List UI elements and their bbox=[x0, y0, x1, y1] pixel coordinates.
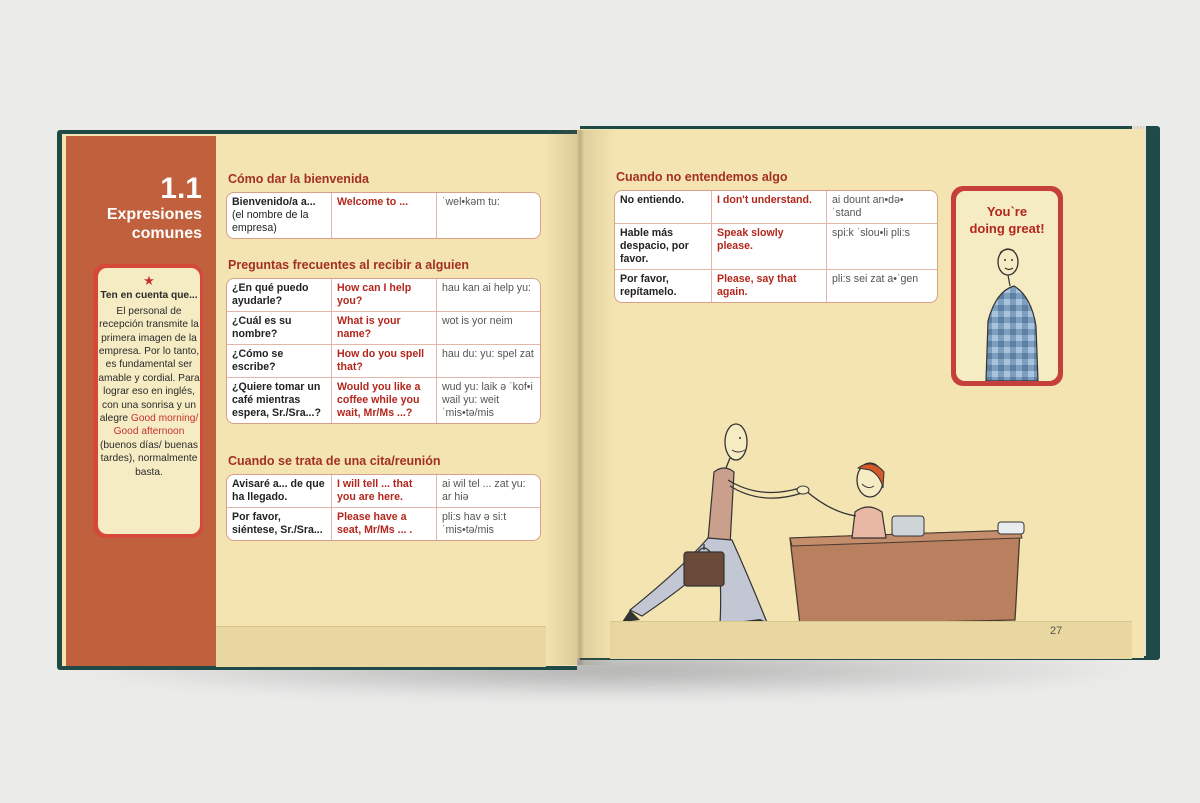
table-row: Hable más despacio, por favor. Speak slo… bbox=[615, 224, 937, 270]
page-number: 27 bbox=[1050, 625, 1063, 637]
english-phrase: Please, say that again. bbox=[712, 270, 827, 302]
section-title-welcome: Cómo dar la bienvenida bbox=[228, 172, 370, 186]
section-title-appointment: Cuando se trata de una cita/reunión bbox=[228, 454, 441, 468]
pronunciation: wot is yor neim bbox=[437, 312, 540, 345]
spanish-phrase: Avisaré a... de que ha llegado. bbox=[227, 475, 332, 508]
spanish-note: (el nombre de la empresa) bbox=[232, 209, 309, 234]
spanish-phrase: Por favor, siéntese, Sr./Sra... bbox=[227, 508, 332, 540]
pronunciation: pli:s sei zat a•ˈgen bbox=[832, 273, 919, 285]
table-row: Por favor, siéntese, Sr./Sra... Please h… bbox=[227, 508, 540, 540]
spanish-phrase: Bienvenido/a a... (el nombre de la empre… bbox=[227, 193, 332, 238]
chapter-title-line1: Expresiones bbox=[106, 206, 202, 223]
pronunciation: ai wil tel ... zat yu: ar hiə bbox=[437, 475, 540, 508]
tip-heading: Ten en cuenta que... bbox=[100, 290, 198, 302]
phrase-table-questions: ¿En qué puedo ayudarle? How can I help y… bbox=[226, 278, 541, 424]
spanish-phrase: ¿En qué puedo ayudarle? bbox=[227, 279, 332, 312]
pronunciation: wud yu: laik ə ˈkof•i wail yu: weit ˈmis… bbox=[442, 381, 533, 419]
tip-body-intro: El personal de recepción transmite la pr… bbox=[98, 305, 200, 425]
spanish-phrase: Hable más despacio, por favor. bbox=[615, 224, 712, 270]
english-phrase: How do you spell that? bbox=[332, 345, 437, 378]
table-row: ¿En qué puedo ayudarle? How can I help y… bbox=[227, 279, 540, 312]
spanish-phrase: Por favor, repítamelo. bbox=[615, 270, 712, 302]
english-phrase: Welcome to ... bbox=[332, 193, 437, 238]
phrase-table-not-understanding: No entiendo. I don't understand. ai doun… bbox=[614, 190, 938, 303]
table-row: No entiendo. I don't understand. ai doun… bbox=[615, 191, 937, 224]
table-row: Avisaré a... de que ha llegado. I will t… bbox=[227, 475, 540, 508]
pronunciation: spi:k ˈslou•li pli:s bbox=[827, 224, 937, 270]
spanish-phrase: ¿Quiere tomar un café mientras espera, S… bbox=[227, 378, 332, 423]
phrase-table-appointment: Avisaré a... de que ha llegado. I will t… bbox=[226, 474, 541, 541]
star-icon: ★ bbox=[143, 273, 155, 288]
section-title-not-understanding: Cuando no entendemos algo bbox=[616, 170, 788, 184]
chapter-title-line2: comunes bbox=[131, 225, 202, 242]
pronunciation: ai dount an•də•ˈstand bbox=[827, 191, 937, 224]
pronunciation: hau du: yu: spel zat bbox=[437, 345, 540, 378]
table-row: ¿Cómo se escribe? How do you spell that?… bbox=[227, 345, 540, 378]
spanish-phrase: ¿Cuál es su nombre? bbox=[227, 312, 332, 345]
english-phrase: I don't understand. bbox=[712, 191, 827, 224]
chapter-number: 1.1 bbox=[160, 172, 202, 205]
english-phrase: What is your name? bbox=[332, 312, 437, 345]
reception-scene-illustration bbox=[622, 423, 1025, 626]
pronunciation: hau kan ai help yu: bbox=[437, 279, 540, 312]
english-phrase: Please have a seat, Mr/Ms ... . bbox=[332, 508, 437, 540]
spanish-phrase: ¿Cómo se escribe? bbox=[227, 345, 332, 378]
table-row: Por favor, repítamelo. Please, say that … bbox=[615, 270, 937, 302]
spanish-phrase: No entiendo. bbox=[615, 191, 712, 224]
english-phrase: Would you like a coffee while you wait, … bbox=[332, 378, 437, 423]
character-illustration bbox=[985, 248, 1039, 381]
tip-body-outro: (buenos días/ buenas tardes), normalment… bbox=[100, 439, 198, 478]
chapter-title: Expresiones comunes bbox=[66, 205, 202, 243]
tip-box: ★ Ten en cuenta que... El personal de re… bbox=[98, 268, 200, 534]
left-page-footer-band bbox=[216, 626, 546, 667]
pronunciation: pli:s hav ə si:t ˈmis•tə/mis bbox=[442, 511, 507, 536]
english-phrase: How can I help you? bbox=[332, 279, 437, 312]
table-row: Bienvenido/a a... (el nombre de la empre… bbox=[227, 193, 540, 238]
tip-body: El personal de recepción transmite la pr… bbox=[98, 305, 200, 479]
encouragement-badge: You`re doing great! bbox=[956, 191, 1058, 381]
table-row: ¿Quiere tomar un café mientras espera, S… bbox=[227, 378, 540, 423]
spanish-text: Bienvenido/a a... bbox=[232, 196, 316, 208]
pronunciation: ˈwel•kəm tu: bbox=[442, 196, 500, 208]
table-row: ¿Cuál es su nombre? What is your name? w… bbox=[227, 312, 540, 345]
phrase-table-welcome: Bienvenido/a a... (el nombre de la empre… bbox=[226, 192, 541, 239]
english-phrase: I will tell ... that you are here. bbox=[332, 475, 437, 508]
section-title-questions: Preguntas frecuentes al recibir a alguie… bbox=[228, 258, 470, 272]
english-phrase: Speak slowly please. bbox=[712, 224, 827, 270]
